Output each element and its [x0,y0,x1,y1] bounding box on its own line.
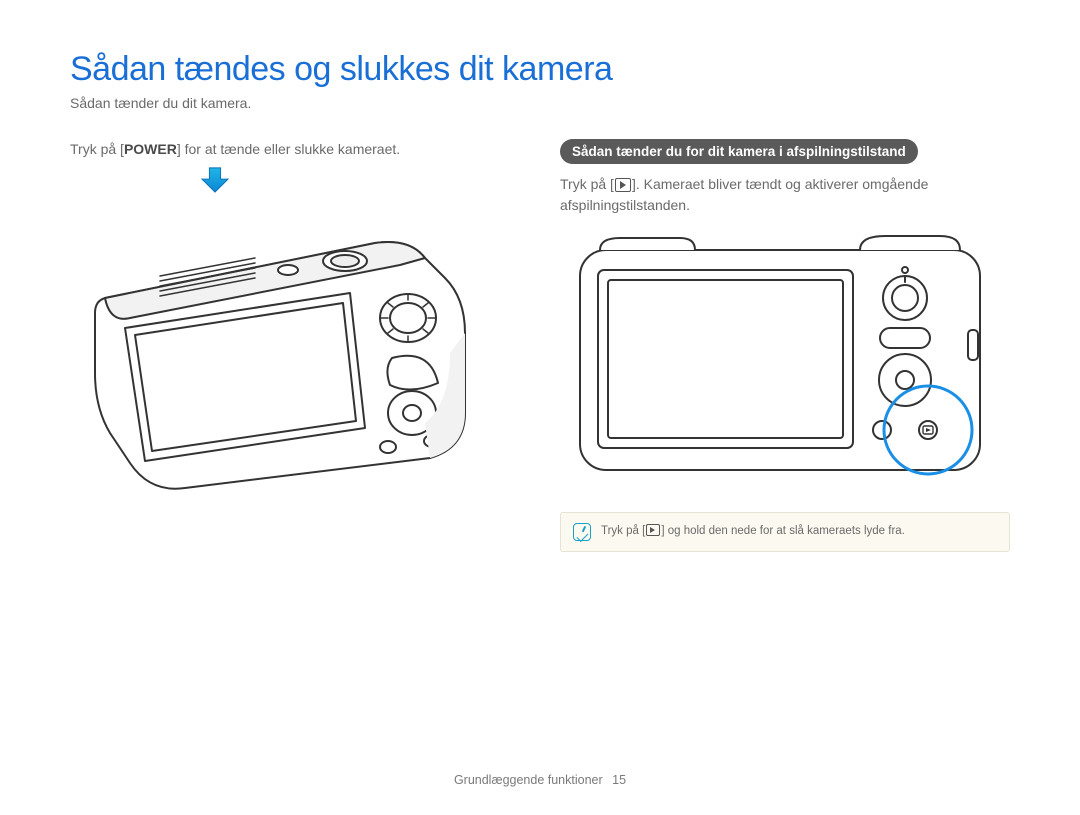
footer-section: Grundlæggende funktioner [454,773,603,787]
note-text: Tryk på [ ] og hold den nede for at slå k… [601,523,905,539]
arrow-down-icon [197,166,233,194]
play-instr-pre: Tryk på [ [560,176,614,192]
instr-pre: Tryk på [ [70,141,124,157]
page-title: Sådan tændes og slukkes dit kamera [70,50,1010,89]
playback-instruction: Tryk på []. Kameraet bliver tændt og akt… [560,174,1010,216]
footer-page-number: 15 [612,773,626,787]
intro-text: Sådan tænder du dit kamera. [70,95,1010,111]
note-icon [573,523,591,541]
note-post: ] og hold den nede for at slå kameraets … [661,525,905,537]
instr-bold: POWER [124,141,177,157]
left-column: Tryk på [POWER] for at tænde eller slukk… [70,139,520,552]
playback-mode-heading: Sådan tænder du for dit kamera i afspiln… [560,139,918,164]
instr-post: ] for at tænde eller slukke kameraet. [177,141,400,157]
camera-perspective-illustration [70,203,520,493]
right-column: Sådan tænder du for dit kamera i afspiln… [560,139,1010,552]
power-instruction: Tryk på [POWER] for at tænde eller slukk… [70,139,520,160]
play-icon [646,524,660,536]
camera-back-illustration [560,230,1010,490]
play-icon [615,178,631,192]
page-footer: Grundlæggende funktioner 15 [0,773,1080,787]
note-box: Tryk på [ ] og hold den nede for at slå k… [560,512,1010,552]
note-pre: Tryk på [ [601,525,645,537]
